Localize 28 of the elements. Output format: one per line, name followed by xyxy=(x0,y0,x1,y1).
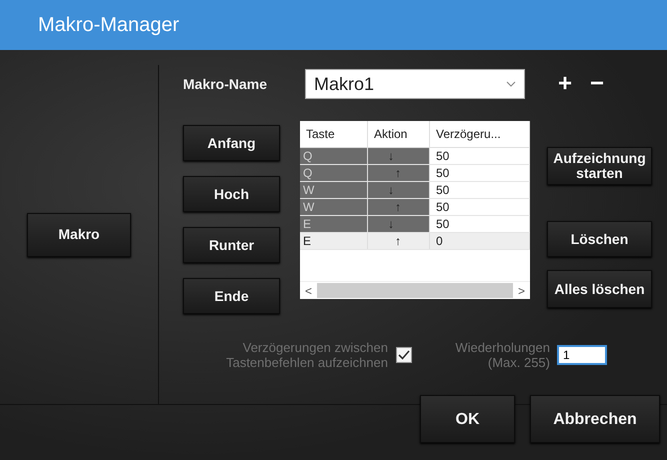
nav-button[interactable]: Runter xyxy=(183,227,280,263)
macro-name-label: Makro-Name xyxy=(183,76,268,92)
column-header[interactable]: Verzögeru... xyxy=(430,121,530,147)
scroll-right-button[interactable]: > xyxy=(513,284,530,298)
column-header[interactable]: Taste xyxy=(300,121,368,147)
clear-all-button[interactable]: Alles löschen xyxy=(547,270,652,308)
add-button[interactable]: + xyxy=(558,70,572,98)
remove-button[interactable]: − xyxy=(590,70,604,98)
record-delays-checkbox[interactable] xyxy=(396,347,412,363)
nav-button[interactable]: Hoch xyxy=(183,176,280,212)
nav-button[interactable]: Anfang xyxy=(183,125,280,161)
table-cell[interactable]: ↑ xyxy=(368,233,430,249)
table-cell[interactable]: E xyxy=(300,233,368,249)
macro-button[interactable]: Makro xyxy=(27,212,131,256)
record-delays-label: Verzögerungen zwischen Tastenbefehlen aufzeichnen xyxy=(225,340,388,370)
scroll-left-button[interactable]: < xyxy=(300,284,317,298)
chevron-down-icon xyxy=(506,81,516,87)
delete-button[interactable]: Löschen xyxy=(547,221,652,257)
record-button[interactable]: Aufzeichnung starten xyxy=(547,147,652,185)
column-header[interactable]: Aktion xyxy=(368,121,430,147)
table-cell[interactable]: 0 xyxy=(430,233,530,249)
macro-name-select[interactable]: Makro1 xyxy=(305,69,525,99)
window-title: Makro-Manager xyxy=(38,14,180,36)
ok-button[interactable]: OK xyxy=(420,395,515,443)
repeats-input[interactable]: 1 xyxy=(557,345,607,365)
repeats-label: Wiederholungen (Max. 255) xyxy=(454,340,550,370)
nav-button[interactable]: Ende xyxy=(183,278,280,314)
cancel-button[interactable]: Abbrechen xyxy=(530,395,660,443)
